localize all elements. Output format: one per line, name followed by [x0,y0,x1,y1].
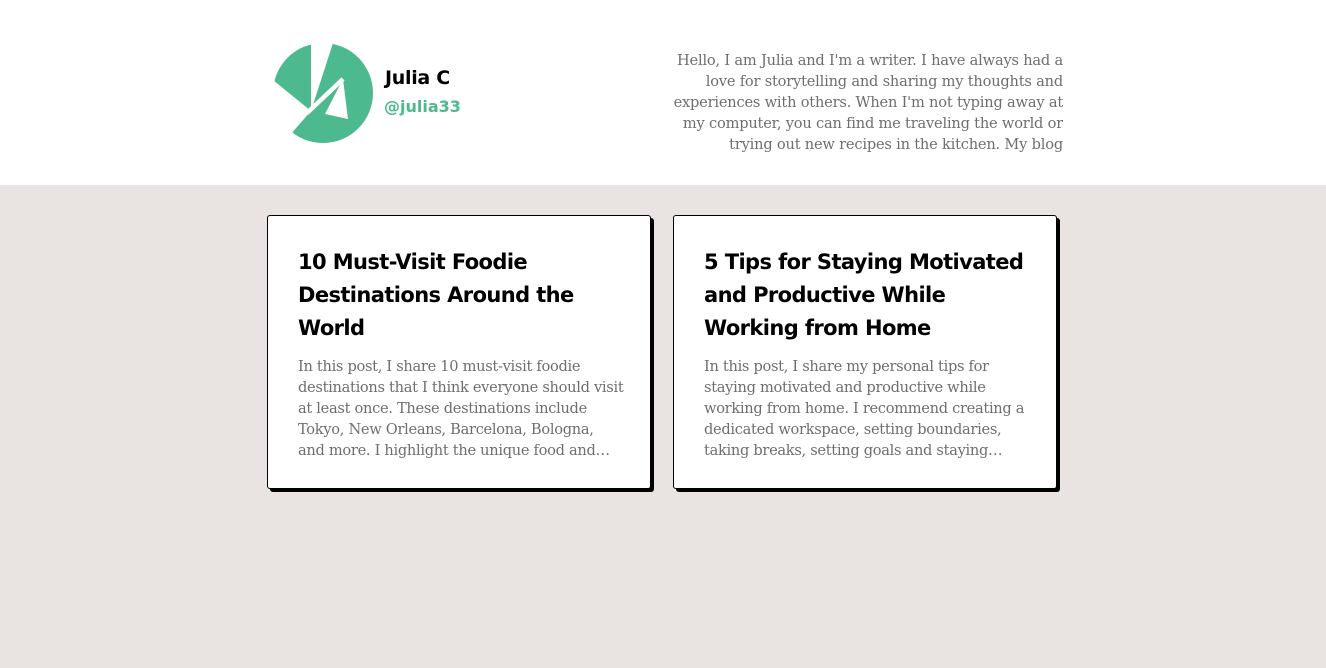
post-title[interactable]: 5 Tips for Staying Motivated and Product… [704,246,1040,345]
post-excerpt: In this post, I share 10 must-visit food… [298,358,624,459]
profile-handle[interactable]: @julia33 [384,97,461,116]
post-card[interactable]: 10 Must-Visit Foodie Destinations Around… [267,215,651,489]
post-excerpt: In this post, I share my personal tips f… [704,358,1025,459]
post-card[interactable]: 5 Tips for Staying Motivated and Product… [673,215,1057,489]
profile-bio: Hello, I am Julia and I'm a writer. I ha… [673,52,1063,153]
paper-plane-logo-icon [273,43,373,143]
profile-header: Julia C @julia33 Hello, I am Julia and I… [0,0,1326,185]
post-title[interactable]: 10 Must-Visit Foodie Destinations Around… [298,246,634,345]
profile-name: Julia C [385,67,450,89]
avatar [273,43,373,143]
